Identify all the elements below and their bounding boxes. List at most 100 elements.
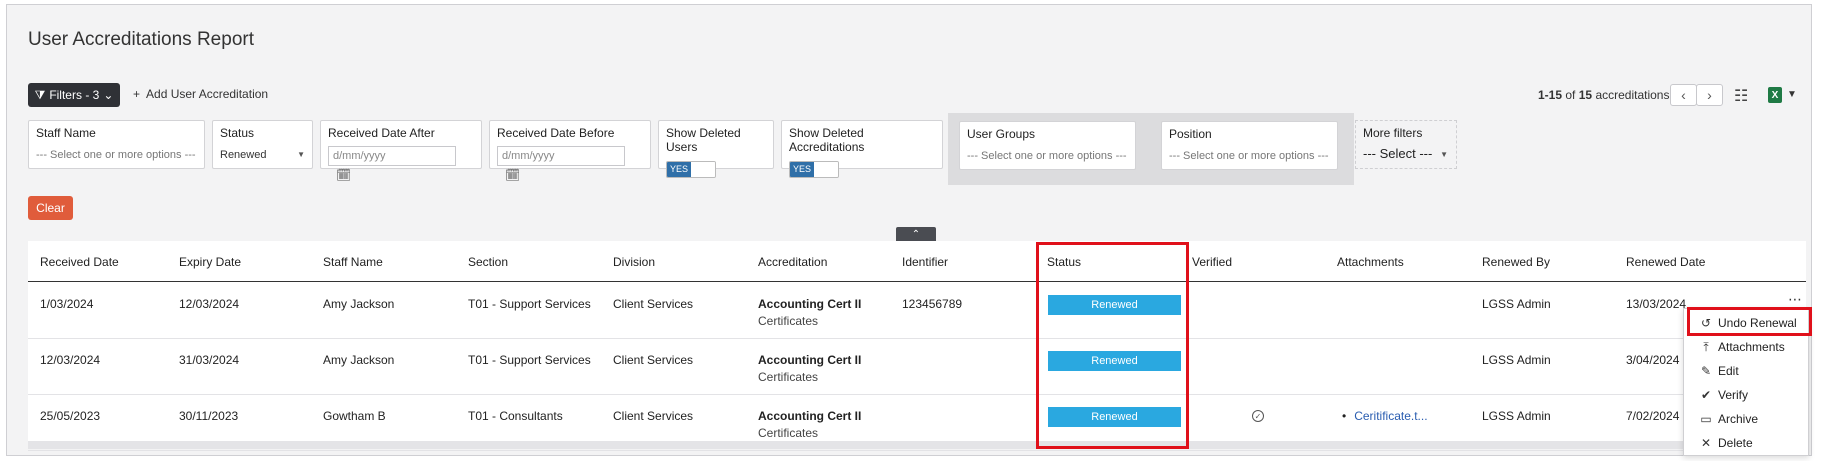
x-icon: ✕ <box>1700 436 1712 450</box>
toggle-yes-label: YES <box>790 161 814 177</box>
filters-button[interactable]: ⧩ Filters - 3 ⌄ <box>28 83 120 107</box>
cell-division: Client Services <box>613 409 694 423</box>
cell-staff-name: Gowtham B <box>323 409 386 423</box>
more-filters-label: More filters <box>1363 126 1423 140</box>
received-date-before-input[interactable]: d/mm/yyyy <box>497 146 625 166</box>
column-header-expiry-date[interactable]: Expiry Date <box>179 255 241 269</box>
column-header-accreditation[interactable]: Accreditation <box>758 255 827 269</box>
cell-received-date: 12/03/2024 <box>40 353 101 367</box>
cell-received-date: 25/05/2023 <box>40 409 101 423</box>
accreditation-name: Accounting Cert II <box>758 353 862 367</box>
plus-icon: + <box>133 87 141 101</box>
cell-renewed-date: 13/03/2024 <box>1626 297 1687 311</box>
column-header-received-date[interactable]: Received Date <box>40 255 119 269</box>
position-placeholder: --- Select one or more options --- <box>1169 150 1329 162</box>
menu-item-label: Archive <box>1718 412 1759 426</box>
clear-button[interactable]: Clear <box>28 196 73 220</box>
show-deleted-users-label: Show Deleted Users <box>666 126 741 154</box>
menu-item-delete[interactable]: ✕ Delete <box>1684 431 1808 455</box>
menu-item-attachments[interactable]: ⤒ Attachments <box>1684 335 1808 359</box>
staff-name-filter[interactable]: Staff Name --- Select one or more option… <box>28 120 205 169</box>
table-row[interactable]: 12/03/2024 31/03/2024 Amy Jackson T01 - … <box>28 339 1806 395</box>
show-deleted-accreditations-filter: Show Deleted Accreditations YES <box>781 120 943 178</box>
column-header-renewed-by[interactable]: Renewed By <box>1482 255 1550 269</box>
received-date-after-input[interactable]: d/mm/yyyy <box>328 146 456 166</box>
attachment-link[interactable]: Ceritificate.t... <box>1342 409 1427 423</box>
accreditations-table: Received Date Expiry Date Staff Name Sec… <box>28 241 1806 451</box>
column-header-attachments[interactable]: Attachments <box>1337 255 1404 269</box>
accreditation-name: Accounting Cert II <box>758 409 862 423</box>
chevron-up-icon: ⌃ <box>911 228 921 240</box>
received-date-after-filter: Received Date After d/mm/yyyy 🗓 <box>320 120 482 182</box>
cell-renewed-by: LGSS Admin <box>1482 409 1551 423</box>
row-actions-menu-icon[interactable]: ⋯ <box>1788 291 1803 308</box>
add-user-accreditation-button[interactable]: + Add User Accreditation <box>133 87 268 101</box>
chevron-down-icon: ⌄ <box>103 88 114 102</box>
cell-accreditation: Accounting Cert II Certificates <box>758 353 861 384</box>
export-dropdown-caret-icon[interactable]: ▼ <box>1787 89 1797 100</box>
show-deleted-users-toggle[interactable]: YES <box>666 160 716 178</box>
show-deleted-users-filter: Show Deleted Users YES <box>658 120 774 178</box>
table-header: Received Date Expiry Date Staff Name Sec… <box>28 241 1806 282</box>
column-header-division[interactable]: Division <box>613 255 655 269</box>
table-row[interactable]: 1/03/2024 12/03/2024 Amy Jackson T01 - S… <box>28 283 1806 339</box>
menu-item-verify[interactable]: ✔ Verify <box>1684 383 1808 407</box>
toggle-yes-label: YES <box>667 161 691 177</box>
show-deleted-accreditations-label: Show Deleted Accreditations <box>789 126 865 154</box>
undo-renewal-highlight <box>1687 307 1812 336</box>
pencil-icon: ✎ <box>1700 364 1712 378</box>
calendar-icon[interactable]: 🗓 <box>505 168 520 182</box>
show-deleted-accreditations-toggle[interactable]: YES <box>789 160 839 178</box>
received-date-before-label: Received Date Before <box>497 126 615 140</box>
column-header-section[interactable]: Section <box>468 255 508 269</box>
cell-expiry-date: 31/03/2024 <box>179 353 240 367</box>
column-header-identifier[interactable]: Identifier <box>902 255 948 269</box>
menu-item-archive[interactable]: ▭ Archive <box>1684 407 1808 431</box>
status-filter-value: Renewed <box>220 149 267 161</box>
cell-identifier: 123456789 <box>902 297 963 311</box>
attachment-icon: ⤒ <box>1703 339 1709 354</box>
cell-renewed-date: 7/02/2024 <box>1626 409 1680 423</box>
cell-section: T01 - Support Services <box>468 297 591 311</box>
accreditation-category: Certificates <box>758 426 819 440</box>
collapse-filters-button[interactable]: ⌃ <box>896 227 936 241</box>
pagination-range: 1-15 <box>1538 88 1563 102</box>
cell-division: Client Services <box>613 353 694 367</box>
cell-section: T01 - Consultants <box>468 409 563 423</box>
accreditation-name: Accounting Cert II <box>758 297 862 311</box>
column-header-renewed-date[interactable]: Renewed Date <box>1626 255 1705 269</box>
received-date-after-label: Received Date After <box>328 126 435 140</box>
pagination-total: 15 <box>1578 88 1593 102</box>
previous-page-button[interactable]: ‹ <box>1670 84 1697 106</box>
status-filter-label: Status <box>220 126 255 140</box>
add-user-accreditation-label: Add User Accreditation <box>146 87 269 101</box>
funnel-icon: ⧩ <box>34 87 46 102</box>
chevron-left-icon: ‹ <box>1681 87 1686 103</box>
pagination-unit: accreditations <box>1595 88 1670 102</box>
cell-staff-name: Amy Jackson <box>323 353 395 367</box>
user-groups-filter[interactable]: User Groups --- Select one or more optio… <box>959 121 1136 170</box>
cell-accreditation: Accounting Cert II Certificates <box>758 409 861 440</box>
cell-received-date: 1/03/2024 <box>40 297 94 311</box>
page-title: User Accreditations Report <box>28 29 254 50</box>
archive-icon: ▭ <box>1700 412 1712 426</box>
accreditation-category: Certificates <box>758 370 819 384</box>
next-page-button[interactable]: › <box>1696 84 1723 106</box>
position-filter[interactable]: Position --- Select one or more options … <box>1161 121 1338 170</box>
cell-section: T01 - Support Services <box>468 353 591 367</box>
status-filter[interactable]: Status Renewed ▼ <box>212 120 313 169</box>
pagination-of: of <box>1565 88 1576 102</box>
column-header-staff-name[interactable]: Staff Name <box>323 255 383 269</box>
menu-item-label: Attachments <box>1718 340 1785 354</box>
column-header-verified[interactable]: Verified <box>1192 255 1232 269</box>
horizontal-scrollbar[interactable] <box>28 441 1806 449</box>
more-filters-select[interactable]: More filters --- Select --- ▼ <box>1355 120 1457 169</box>
chevron-right-icon: › <box>1707 87 1712 103</box>
column-settings-icon[interactable]: ☷ <box>1734 86 1748 106</box>
excel-export-icon[interactable]: X <box>1768 87 1782 103</box>
cell-renewed-by: LGSS Admin <box>1482 353 1551 367</box>
menu-item-label: Delete <box>1718 436 1753 450</box>
cell-division: Client Services <box>613 297 694 311</box>
calendar-icon[interactable]: 🗓 <box>336 168 351 182</box>
menu-item-edit[interactable]: ✎ Edit <box>1684 359 1808 383</box>
